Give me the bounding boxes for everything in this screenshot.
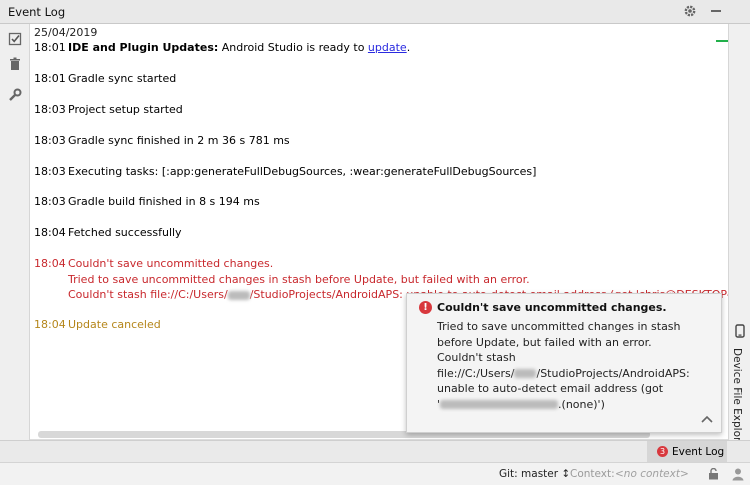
notification-line: Couldn't stash: [437, 351, 516, 364]
user-icon[interactable]: [731, 467, 745, 484]
log-time: 18:01: [34, 41, 66, 54]
log-time: 18:03: [34, 165, 66, 178]
log-time: 18:03: [34, 134, 66, 147]
gear-icon[interactable]: [682, 3, 698, 19]
log-toolbar: [0, 24, 30, 440]
log-entry: 18:01 IDE and Plugin Updates: Android Stu…: [34, 40, 410, 56]
redacted-email: [440, 400, 559, 409]
update-link[interactable]: update: [368, 41, 407, 54]
log-time: 18:01: [34, 72, 66, 85]
tool-window-bar: [0, 440, 750, 462]
notification-line: before Update, but failed with an error.: [437, 335, 652, 349]
log-date: 25/04/2019: [34, 26, 98, 39]
log-error-path: Couldn't stash file://C:/Users/: [68, 288, 228, 301]
log-text: Android Studio is ready to: [218, 41, 368, 54]
log-text-end: .: [406, 41, 411, 54]
notification-path-rest: /StudioProjects/AndroidAPS:: [536, 366, 690, 380]
log-text: Gradle build finished in 8 s 194 ms: [68, 195, 260, 208]
log-time: 18:04: [34, 257, 66, 270]
log-text: Executing tasks: [:app:generateFullDebug…: [68, 165, 537, 178]
notification-line: unable to auto-detect email address (got: [437, 382, 664, 395]
context-value[interactable]: <no context>: [615, 468, 689, 480]
minimize-icon[interactable]: [708, 3, 724, 19]
trash-icon[interactable]: [7, 56, 23, 72]
log-time: 18:04: [34, 318, 66, 331]
redacted-username: [514, 369, 537, 378]
notification-path: file://C:/Users/: [437, 366, 515, 380]
log-entry-warning: 18:04 Update canceled: [34, 317, 161, 333]
wrench-icon[interactable]: [7, 87, 23, 103]
mark-all-read-icon[interactable]: [7, 31, 23, 47]
git-branch-widget[interactable]: Git: master ↕: [499, 468, 570, 480]
log-text: Update canceled: [68, 318, 161, 331]
notification-line-end: .(none)'): [558, 397, 605, 411]
notification-title: Couldn't save uncommitted changes.: [437, 301, 667, 314]
event-count-badge: 3: [657, 446, 668, 457]
log-time: 18:04: [34, 226, 66, 239]
context-label: Context:: [570, 468, 615, 480]
event-log-tab-label: Event Log: [672, 445, 725, 458]
tool-window-title: Event Log: [8, 5, 66, 19]
log-entry: 18:04 Fetched successfully: [34, 225, 182, 241]
device-file-explorer-label: Device File Explorer: [731, 348, 743, 452]
log-text: Gradle sync started: [68, 72, 177, 85]
event-log-tab[interactable]: 3 Event Log: [647, 441, 727, 462]
unlock-icon[interactable]: [708, 467, 719, 483]
phone-icon: [735, 324, 745, 338]
log-text: Fetched successfully: [68, 226, 182, 239]
status-bar: Git: master ↕ Context: <no context>: [0, 462, 750, 485]
log-text: Gradle sync finished in 2 m 36 s 781 ms: [68, 134, 290, 147]
log-time: 18:03: [34, 103, 66, 116]
log-entry: 18:03 Project setup started: [34, 102, 183, 118]
log-entry: 18:01 Gradle sync started: [34, 71, 176, 87]
status-marker: [716, 40, 728, 42]
right-tool-strip: Device File Explorer: [728, 24, 750, 452]
log-error-detail: Tried to save uncommitted changes in sta…: [68, 272, 530, 286]
log-entry: 18:03 Executing tasks: [:app:generateFull…: [34, 164, 536, 180]
notification-body: Tried to save uncommitted changes in sta…: [437, 319, 690, 412]
notification-line: Tried to save uncommitted changes in sta…: [437, 320, 681, 333]
tool-window-header: Event Log: [0, 0, 750, 24]
chevron-up-icon[interactable]: [701, 412, 713, 427]
error-notification-balloon[interactable]: ! Couldn't save uncommitted changes. Tri…: [406, 293, 722, 433]
log-time: 18:03: [34, 195, 66, 208]
log-bold-text: IDE and Plugin Updates:: [68, 41, 219, 54]
log-entry: 18:03 Gradle sync finished in 2 m 36 s 78…: [34, 133, 290, 149]
log-text: Couldn't save uncommitted changes.: [68, 257, 274, 270]
redacted-username: [227, 290, 250, 300]
log-text: Project setup started: [68, 103, 183, 116]
device-file-explorer-tab[interactable]: Device File Explorer: [731, 322, 749, 452]
log-entry: 18:03 Gradle build finished in 8 s 194 ms: [34, 194, 260, 210]
error-icon: !: [419, 301, 432, 314]
